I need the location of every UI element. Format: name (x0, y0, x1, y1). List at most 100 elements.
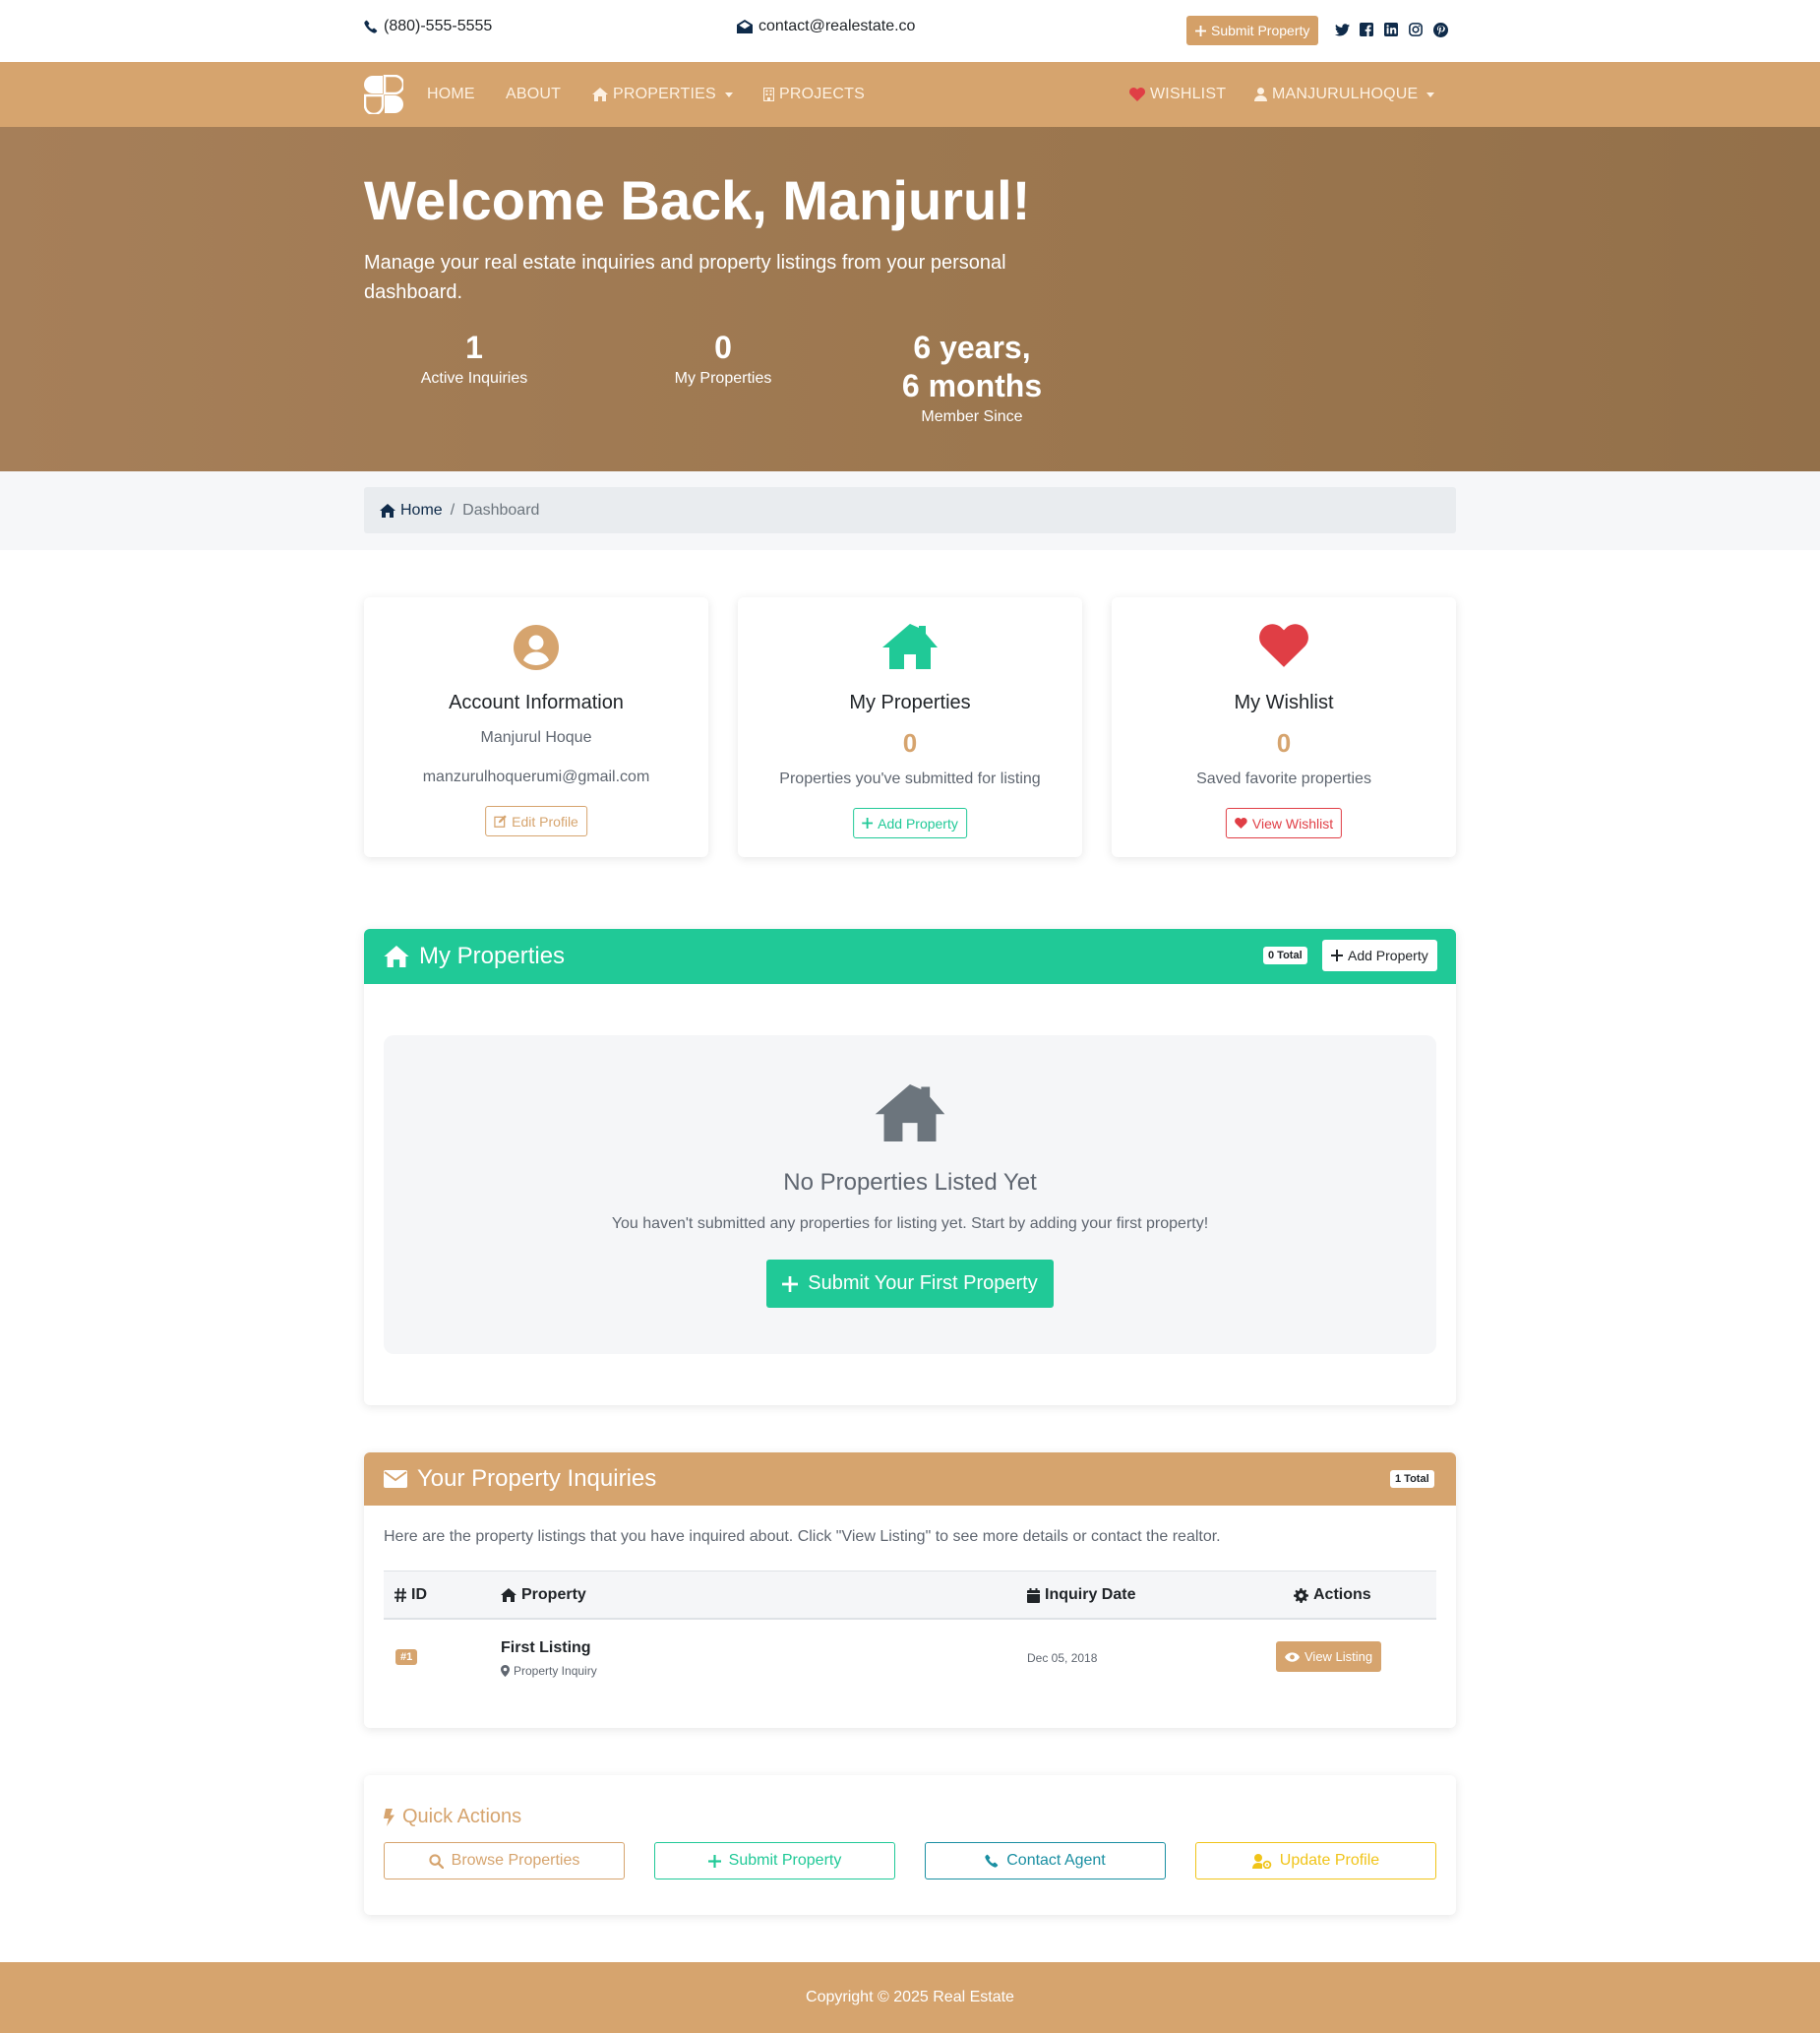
panel-title-text: Your Property Inquiries (417, 1465, 657, 1492)
user-icon (1254, 88, 1267, 101)
update-profile-button[interactable]: Update Profile (1195, 1842, 1436, 1879)
submit-first-property-label: Submit Your First Property (808, 1272, 1038, 1294)
wishlist-desc: Saved favorite properties (1196, 770, 1371, 787)
building-icon (763, 88, 774, 101)
stat-value-line2: 6 months (901, 368, 1043, 403)
nav-projects[interactable]: PROJECTS (763, 86, 865, 103)
stat-active-inquiries: 1 Active Inquiries (351, 329, 597, 388)
add-property-button[interactable]: Add Property (853, 808, 967, 838)
properties-count: 0 (902, 728, 918, 758)
submit-property-button[interactable]: Submit Property (1186, 16, 1319, 45)
submit-property-label: Submit Property (1211, 23, 1310, 38)
heart-icon (1112, 624, 1456, 667)
nav-properties-dropdown[interactable]: PROPERTIES (592, 86, 733, 103)
stat-my-properties: 0 My Properties (600, 329, 846, 388)
browse-properties-button[interactable]: Browse Properties (384, 1842, 625, 1879)
empty-text: You haven't submitted any properties for… (611, 1215, 1209, 1232)
empty-state: No Properties Listed Yet You haven't sub… (384, 1035, 1436, 1354)
linkedin-icon[interactable] (1383, 22, 1399, 37)
home-icon (592, 88, 608, 101)
view-listing-button[interactable]: View Listing (1276, 1641, 1382, 1672)
breadcrumb-home[interactable]: Home (380, 502, 443, 520)
pinterest-icon[interactable] (1432, 22, 1448, 37)
social-links (1334, 22, 1448, 37)
quick-actions-panel: Quick Actions Browse Properties Submit P… (364, 1775, 1456, 1915)
update-profile-label: Update Profile (1279, 1852, 1380, 1869)
breadcrumb-band: Home / Dashboard (0, 471, 1820, 550)
plus-icon (862, 818, 874, 829)
main-navbar: HOME ABOUT PROPERTIES PROJECTS WISHLIST … (0, 62, 1820, 127)
column-inquiry-date: Inquiry Date (1027, 1586, 1135, 1604)
my-wishlist-card: My Wishlist 0 Saved favorite properties … (1112, 597, 1456, 857)
inquiry-property-sub: Property Inquiry (501, 1664, 597, 1678)
account-email: manzurulhoquerumi@gmail.com (422, 769, 650, 785)
total-badge: 1 Total (1390, 1470, 1434, 1488)
welcome-subtitle: Manage your real estate inquiries and pr… (364, 252, 1006, 303)
nav-user-dropdown[interactable]: MANJURULHOQUE (1254, 86, 1435, 103)
contact-agent-label: Contact Agent (1006, 1852, 1106, 1869)
phone-icon (364, 20, 378, 33)
home-icon (501, 1588, 516, 1602)
empty-title: No Properties Listed Yet (783, 1169, 1037, 1196)
contact-email[interactable]: contact@realestate.co (737, 18, 915, 35)
submit-first-property-button[interactable]: Submit Your First Property (766, 1260, 1054, 1308)
view-listing-label: View Listing (1304, 1649, 1373, 1664)
stat-label: Active Inquiries (420, 370, 528, 387)
quick-actions-title-text: Quick Actions (402, 1806, 522, 1827)
inquiries-intro: Here are the property listings that you … (384, 1528, 1221, 1545)
properties-desc: Properties you've submitted for listing (779, 770, 1041, 787)
search-icon (429, 1853, 444, 1869)
top-bar: (880)-555-5555 contact@realestate.co Sub… (0, 0, 1820, 62)
contact-phone[interactable]: (880)-555-5555 (364, 18, 492, 35)
map-marker-icon (501, 1665, 510, 1677)
inquiry-id-badge: #1 (395, 1649, 418, 1665)
nav-about[interactable]: ABOUT (506, 86, 561, 103)
nav-wishlist[interactable]: WISHLIST (1129, 86, 1226, 103)
card-title: My Properties (849, 692, 971, 713)
twitter-icon[interactable] (1334, 22, 1350, 37)
panel-title-text: My Properties (419, 943, 566, 969)
plus-icon (782, 1275, 799, 1292)
breadcrumb-separator: / (450, 501, 455, 519)
footer: Copyright © 2025 Real Estate (0, 1962, 1820, 2033)
edit-icon (494, 815, 507, 828)
view-wishlist-label: View Wishlist (1251, 815, 1334, 832)
welcome-hero: Welcome Back, Manjurul! Manage your real… (0, 127, 1820, 471)
plus-icon (1331, 950, 1343, 961)
nav-properties-label: PROPERTIES (613, 86, 716, 102)
calendar-icon (1027, 1587, 1040, 1603)
my-properties-panel: My Properties 0 Total Add Property No Pr… (364, 929, 1456, 1405)
view-wishlist-button[interactable]: View Wishlist (1225, 808, 1343, 838)
bolt-icon (384, 1808, 394, 1826)
nav-home[interactable]: HOME (427, 86, 475, 103)
browse-properties-label: Browse Properties (451, 1852, 580, 1869)
header-add-property-button[interactable]: Add Property (1322, 940, 1437, 971)
card-title: Account Information (449, 692, 624, 713)
breadcrumb-home-label: Home (400, 501, 443, 519)
breadcrumb: Home / Dashboard (364, 487, 1456, 533)
brand-logo[interactable] (364, 75, 403, 114)
edit-profile-button[interactable]: Edit Profile (485, 806, 587, 836)
quick-actions-title: Quick Actions (384, 1806, 521, 1828)
inquiries-panel: Your Property Inquiries 1 Total Here are… (364, 1452, 1456, 1728)
table-row: #1 First Listing Property Inquiry Dec 05… (384, 1620, 1436, 1694)
home-icon (738, 624, 1082, 669)
inquiry-property-sub-label: Property Inquiry (514, 1664, 597, 1678)
nav-user-label: MANJURULHOQUE (1272, 86, 1419, 102)
stat-value-line1: 6 years, (913, 330, 1031, 365)
stat-value: 1 (465, 330, 483, 365)
stat-label: My Properties (674, 370, 772, 387)
column-property: Property (501, 1586, 586, 1604)
inquiries-header: Your Property Inquiries 1 Total (364, 1452, 1456, 1506)
welcome-title: Welcome Back, Manjurul! (364, 169, 1031, 231)
panel-title: Your Property Inquiries (384, 1465, 656, 1493)
breadcrumb-current: Dashboard (462, 501, 540, 519)
facebook-icon[interactable] (1359, 22, 1374, 37)
qa-submit-property-button[interactable]: Submit Property (654, 1842, 895, 1879)
inquiry-date: Dec 05, 2018 (1027, 1651, 1098, 1665)
plus-icon (1195, 25, 1206, 36)
account-info-card: Account Information Manjurul Hoque manzu… (364, 597, 708, 857)
instagram-icon[interactable] (1408, 22, 1424, 37)
email-text: contact@realestate.co (758, 18, 916, 34)
contact-agent-button[interactable]: Contact Agent (925, 1842, 1166, 1879)
